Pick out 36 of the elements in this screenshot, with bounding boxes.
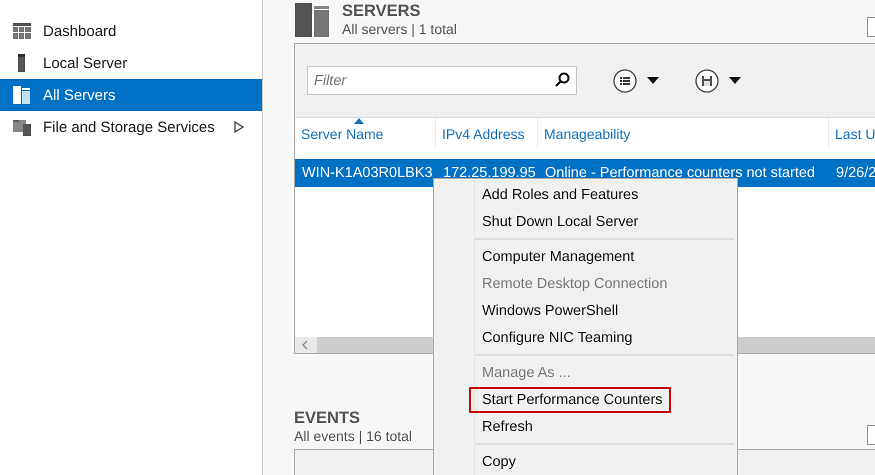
sidebar-item[interactable]: Local Server: [0, 47, 262, 79]
menu-item[interactable]: Windows PowerShell: [434, 297, 734, 324]
menu-item[interactable]: Configure NIC Teaming: [434, 324, 734, 351]
sort-arrow-icon: [354, 118, 364, 124]
sidebar-item[interactable]: File and Storage Services: [0, 111, 262, 143]
expand-arrow-icon[interactable]: [234, 121, 244, 133]
section-title: SERVERS: [342, 2, 421, 20]
grid-icon: [12, 21, 32, 41]
sidebar-item[interactable]: All Servers: [0, 79, 262, 111]
menu-item[interactable]: Refresh: [434, 413, 734, 440]
menu-item[interactable]: Copy: [434, 448, 734, 475]
menu-item[interactable]: Computer Management: [434, 243, 734, 270]
floppy-disk-icon: [695, 68, 719, 92]
section-subtitle: All servers | 1 total: [342, 20, 457, 38]
menu-item[interactable]: Start Performance Counters: [434, 386, 734, 413]
column-header[interactable]: IPv4 Address: [436, 118, 538, 149]
section-subtitle: All events | 16 total: [294, 427, 412, 445]
list-icon: [613, 68, 637, 92]
filter-field[interactable]: Filter: [307, 66, 577, 95]
table-cell-text: WIN-K1A03R0LBK3: [301, 165, 434, 181]
save-options-button[interactable]: [695, 68, 741, 92]
table-cell-text: 172.25.199.95: [442, 165, 537, 181]
search-icon[interactable]: [554, 72, 570, 88]
servers-icon: [12, 85, 32, 105]
column-header[interactable]: Server Name: [295, 118, 436, 149]
column-header[interactable]: Last U: [829, 118, 875, 149]
section-title: EVENTS: [294, 409, 360, 427]
table-cell-text: Online - Performance counters not started: [544, 165, 816, 181]
caret-icon: [729, 77, 741, 84]
sidebar-item[interactable]: Dashboard: [0, 15, 262, 47]
list-options-button[interactable]: [613, 68, 659, 92]
folder-server-icon: [12, 117, 32, 137]
servers-icon: [294, 2, 330, 38]
menu-item[interactable]: Shut Down Local Server: [434, 208, 734, 235]
caret-icon: [647, 77, 659, 84]
column-header[interactable]: Manageability: [538, 118, 829, 149]
